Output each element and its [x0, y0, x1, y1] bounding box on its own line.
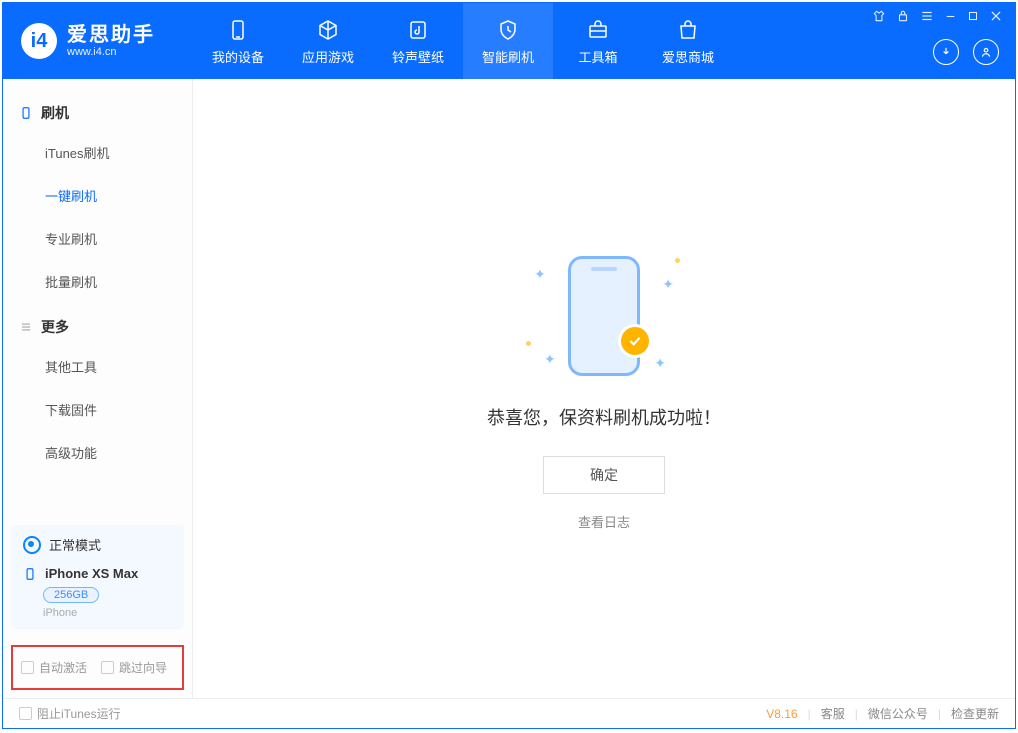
note-icon [405, 17, 431, 43]
tab-store[interactable]: 爱思商城 [643, 3, 733, 79]
dot-icon [526, 341, 531, 346]
sidebar-item-oneclick-flash[interactable]: 一键刷机 [3, 174, 192, 217]
toolbox-icon [585, 17, 611, 43]
header-right-buttons [933, 39, 999, 65]
tab-label: 应用游戏 [302, 47, 354, 66]
sidebar-item-pro-flash[interactable]: 专业刷机 [3, 217, 192, 260]
app-header: i4 爱思助手 www.i4.cn 我的设备 应用游戏 铃声壁纸 智能刷机 [3, 3, 1015, 79]
checkbox-label: 阻止iTunes运行 [37, 705, 121, 722]
tab-label: 智能刷机 [482, 47, 534, 66]
ok-button[interactable]: 确定 [543, 456, 665, 494]
checkbox-label: 自动激活 [39, 659, 87, 676]
status-bar: 阻止iTunes运行 V8.16 | 客服 | 微信公众号 | 检查更新 [3, 698, 1015, 728]
bag-icon [675, 17, 701, 43]
sparkle-icon: ✦ [534, 266, 546, 283]
main-content: ✦ ✦ ✦ ✦ 恭喜您，保资料刷机成功啦！ 确定 查看日志 [193, 79, 1015, 698]
brand-url: www.i4.cn [67, 46, 155, 58]
box-icon [315, 17, 341, 43]
device-panel: 正常模式 iPhone XS Max 256GB iPhone [11, 525, 184, 629]
footer-link-wechat[interactable]: 微信公众号 [868, 705, 928, 722]
sidebar: 刷机 iTunes刷机 一键刷机 专业刷机 批量刷机 更多 其他工具 下载固件 … [3, 79, 193, 698]
separator: | [855, 707, 858, 721]
shield-icon [495, 17, 521, 43]
checkmark-badge-icon [618, 324, 652, 358]
device-name-row[interactable]: iPhone XS Max [23, 566, 172, 581]
phone-icon [19, 106, 33, 120]
view-log-link[interactable]: 查看日志 [578, 512, 630, 531]
highlight-box: 自动激活 跳过向导 [11, 645, 184, 690]
tab-my-device[interactable]: 我的设备 [193, 3, 283, 79]
checkbox-skip-guide[interactable]: 跳过向导 [101, 659, 167, 676]
phone-icon [23, 567, 37, 581]
device-icon [225, 17, 251, 43]
list-icon [19, 320, 33, 334]
sidebar-item-other-tools[interactable]: 其他工具 [3, 345, 192, 388]
tab-toolbox[interactable]: 工具箱 [553, 3, 643, 79]
maximize-button[interactable] [967, 10, 979, 22]
separator: | [938, 707, 941, 721]
checkbox-label: 跳过向导 [119, 659, 167, 676]
version-label: V8.16 [766, 707, 797, 721]
checkbox-block-itunes[interactable]: 阻止iTunes运行 [19, 705, 121, 722]
group-title-label: 刷机 [41, 103, 69, 123]
device-storage-badge: 256GB [43, 587, 99, 603]
device-name: iPhone XS Max [45, 566, 138, 581]
sidebar-group-flash: 刷机 [3, 89, 192, 131]
checkbox-icon [21, 661, 34, 674]
footer-link-support[interactable]: 客服 [821, 705, 845, 722]
checkbox-auto-activate[interactable]: 自动激活 [21, 659, 87, 676]
separator: | [808, 707, 811, 721]
brand-title: 爱思助手 [67, 24, 155, 46]
sidebar-item-itunes-flash[interactable]: iTunes刷机 [3, 131, 192, 174]
close-button[interactable] [989, 9, 1003, 23]
minimize-button[interactable] [944, 10, 957, 23]
dot-icon [675, 258, 680, 263]
device-mode-label: 正常模式 [49, 535, 101, 554]
group-title-label: 更多 [41, 317, 69, 337]
checkbox-icon [101, 661, 114, 674]
footer-link-update[interactable]: 检查更新 [951, 705, 999, 722]
brand-logo-icon: i4 [21, 23, 57, 59]
sparkle-icon: ✦ [662, 276, 674, 293]
shirt-icon[interactable] [872, 9, 886, 23]
sidebar-group-more: 更多 [3, 303, 192, 345]
device-mode[interactable]: 正常模式 [23, 535, 172, 554]
user-button[interactable] [973, 39, 999, 65]
window-controls [872, 9, 1003, 23]
checkbox-icon [19, 707, 32, 720]
tab-label: 铃声壁纸 [392, 47, 444, 66]
sidebar-item-download-firmware[interactable]: 下载固件 [3, 388, 192, 431]
device-subtitle: iPhone [43, 607, 172, 619]
phone-illustration-icon [568, 256, 640, 376]
tab-smart-flash[interactable]: 智能刷机 [463, 3, 553, 79]
success-illustration: ✦ ✦ ✦ ✦ [524, 246, 684, 386]
mode-icon [23, 536, 41, 554]
sparkle-icon: ✦ [654, 355, 666, 372]
tab-label: 爱思商城 [662, 47, 714, 66]
success-message: 恭喜您，保资料刷机成功啦！ [487, 404, 721, 430]
download-button[interactable] [933, 39, 959, 65]
sidebar-item-batch-flash[interactable]: 批量刷机 [3, 260, 192, 303]
tab-ringtone-wallpaper[interactable]: 铃声壁纸 [373, 3, 463, 79]
brand-block: i4 爱思助手 www.i4.cn [3, 3, 193, 79]
tab-label: 我的设备 [212, 47, 264, 66]
tab-label: 工具箱 [578, 47, 617, 66]
sidebar-item-advanced[interactable]: 高级功能 [3, 431, 192, 474]
sparkle-icon: ✦ [544, 351, 556, 368]
tab-apps-games[interactable]: 应用游戏 [283, 3, 373, 79]
header-tabs: 我的设备 应用游戏 铃声壁纸 智能刷机 工具箱 爱思商城 [193, 3, 733, 79]
lock-icon[interactable] [896, 9, 910, 23]
menu-icon[interactable] [920, 9, 934, 23]
